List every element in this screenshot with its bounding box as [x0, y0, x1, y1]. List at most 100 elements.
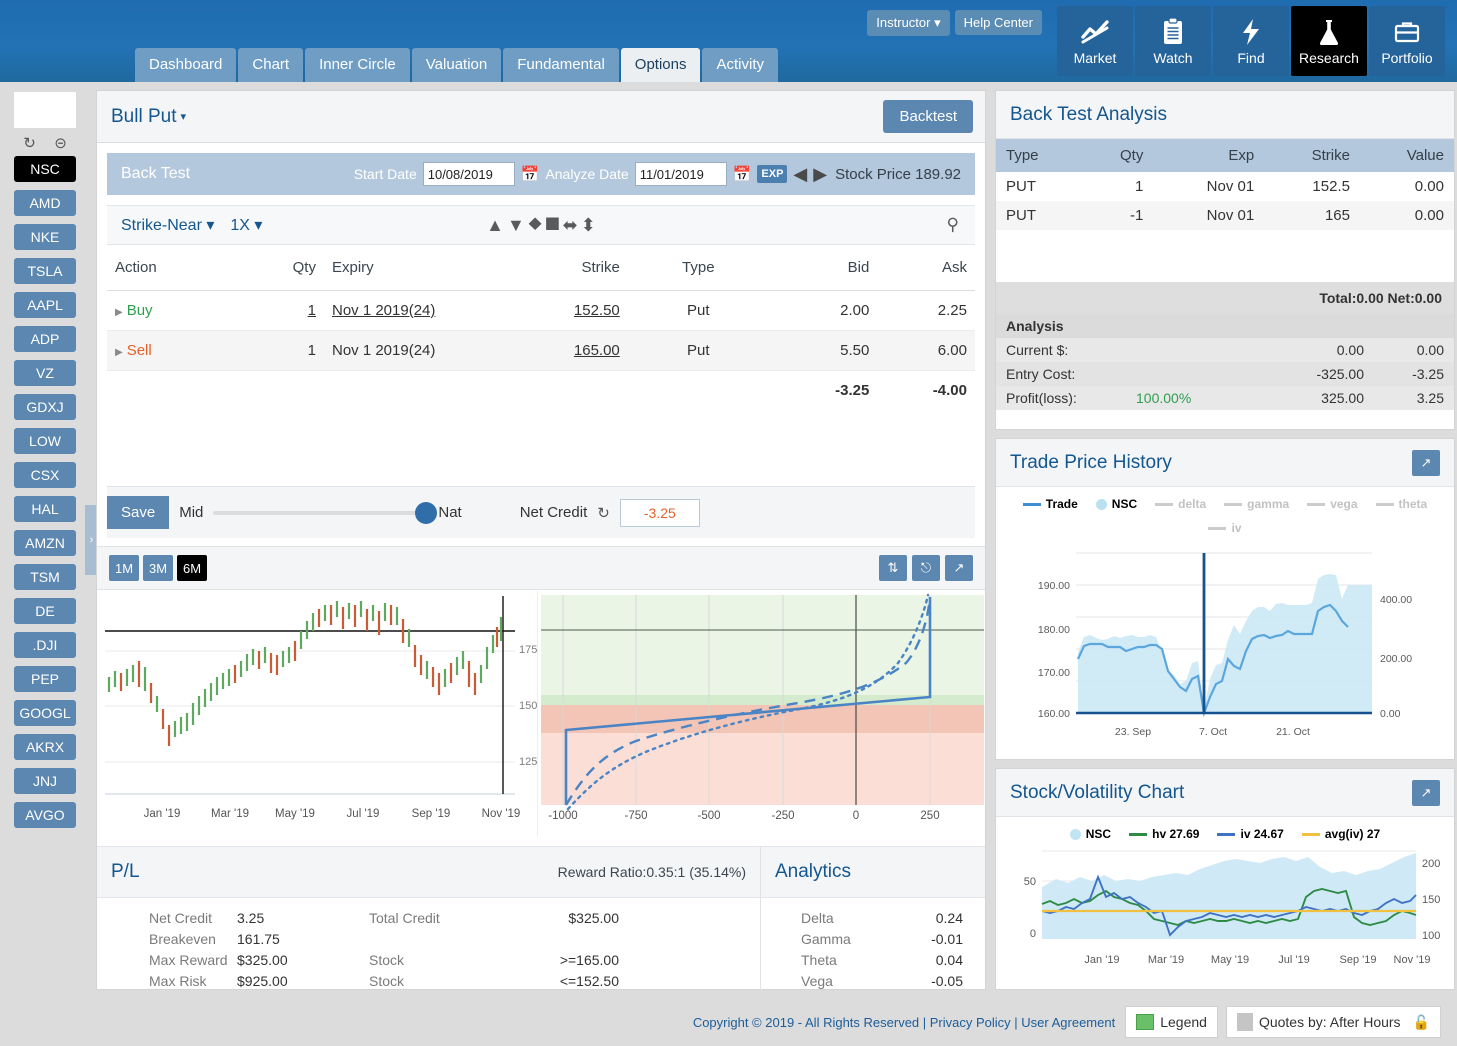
sidebar-item-amzn[interactable]: AMZN [14, 530, 76, 556]
tab-activity[interactable]: Activity [702, 48, 778, 82]
range-1m-button[interactable]: 1M [109, 555, 139, 581]
sidebar-item-tsm[interactable]: TSM [14, 564, 76, 590]
sidebar-item-de[interactable]: DE [14, 598, 76, 624]
leg-action[interactable]: Sell [127, 342, 152, 359]
sidebar-item-vz[interactable]: VZ [14, 360, 76, 386]
leg-action[interactable]: Buy [127, 302, 153, 319]
sidebar-item-amd[interactable]: AMD [14, 190, 76, 216]
svg-text:100: 100 [1422, 930, 1440, 942]
help-center-button[interactable]: Help Center [955, 10, 1042, 35]
tab-fundamental[interactable]: Fundamental [503, 48, 619, 82]
sidebar-item-tsla[interactable]: TSLA [14, 258, 76, 284]
nav-module-research[interactable]: Research [1291, 6, 1367, 76]
sidebar-item-nsc[interactable]: NSC [14, 156, 76, 182]
lock-icon[interactable]: 🔓 [1413, 1014, 1430, 1031]
calendar-icon[interactable]: 📅 [521, 165, 540, 183]
expand-row-icon[interactable]: ▶ [115, 347, 123, 358]
refresh-icon[interactable]: ⇅ [879, 555, 907, 581]
start-date-input[interactable] [423, 162, 515, 186]
refresh-icon[interactable]: ↻ [23, 134, 36, 152]
sidebar-item-googl[interactable]: GOOGL [14, 700, 76, 726]
sidebar-item-low[interactable]: LOW [14, 428, 76, 454]
range-3m-button[interactable]: 3M [143, 555, 173, 581]
exp-badge[interactable]: EXP [757, 165, 787, 183]
nav-module-portfolio[interactable]: Portfolio [1369, 6, 1445, 76]
leg-strike[interactable]: 152.50 [487, 291, 628, 331]
expand-icon[interactable]: ⬌ [563, 216, 578, 234]
price-slider[interactable] [213, 511, 428, 515]
table-row[interactable]: ▶Buy 1 Nov 1 2019(24) 152.50 Put 2.00 2.… [107, 291, 975, 331]
symbol-search-input[interactable] [14, 92, 76, 128]
prev-arrow-icon[interactable]: ◀ [793, 164, 807, 185]
sidebar-item-avgo[interactable]: AVGO [14, 802, 76, 828]
popout-icon[interactable]: ↗ [1412, 450, 1440, 476]
popout-icon[interactable]: ↗ [1412, 780, 1440, 806]
sidebar-item-csx[interactable]: CSX [14, 462, 76, 488]
leg-expiry[interactable]: Nov 1 2019(24) [324, 331, 487, 371]
sidebar-item-nke[interactable]: NKE [14, 224, 76, 250]
leg-qty[interactable]: 1 [259, 291, 324, 331]
legend-button[interactable]: Legend [1125, 1006, 1218, 1038]
sidebar-item-aapl[interactable]: AAPL [14, 292, 76, 318]
leg-expiry[interactable]: Nov 1 2019(24) [324, 291, 487, 331]
sidebar-item-jnj[interactable]: JNJ [14, 768, 76, 794]
price-candlestick-chart[interactable]: 175150125 Jan '19Mar '19May '19 Jul '19S… [97, 591, 537, 836]
reward-ratio: Reward Ratio:0.35:1 (35.14%) [558, 864, 746, 880]
tab-chart[interactable]: Chart [238, 48, 303, 82]
slider-knob[interactable] [415, 502, 437, 524]
leg-qty[interactable]: 1 [259, 331, 324, 371]
legend-trade: Trade [1023, 497, 1078, 511]
greek-row: Delta 0.24 [761, 908, 985, 929]
copyright-text[interactable]: Copyright © 2019 - All Rights Reserved |… [693, 1015, 1115, 1030]
multiplier-select[interactable]: 1X ▾ [230, 215, 262, 235]
nav-module-watch[interactable]: Watch [1135, 6, 1211, 76]
analytics-values: Delta 0.24 Gamma -0.01 Theta 0.04 Vega -… [761, 898, 985, 992]
nav-module-find[interactable]: Find [1213, 6, 1289, 76]
leg-strike[interactable]: 165.00 [487, 331, 628, 371]
analysis-subheader: Analysis [996, 314, 1454, 338]
popout-icon[interactable]: ↗ [945, 555, 973, 581]
backtest-button[interactable]: Backtest [883, 100, 973, 133]
account-pills: Instructor ▾ Help Center [867, 10, 1047, 36]
analyze-icon[interactable]: ⚲ [947, 215, 959, 235]
stock-volatility-chart[interactable]: 500 200150100 Jan '19Mar '19May '19 Jul … [996, 841, 1454, 986]
chevron-down-icon[interactable]: ▾ [180, 110, 186, 123]
roll-up-icon[interactable]: ▲ [486, 216, 504, 234]
tab-valuation[interactable]: Valuation [412, 48, 501, 82]
sidebar-item-dji[interactable]: .DJI [14, 632, 76, 658]
trade-price-history-chart[interactable]: 190.00180.00 170.00160.00 400.00200.000.… [996, 539, 1454, 754]
sidebar-item-pep[interactable]: PEP [14, 666, 76, 692]
instructor-menu[interactable]: Instructor ▾ [867, 10, 949, 36]
clear-icon[interactable]: ⊝ [54, 134, 67, 152]
nav-module-market[interactable]: Market [1057, 6, 1133, 76]
tab-inner-circle[interactable]: Inner Circle [305, 48, 410, 82]
tab-dashboard[interactable]: Dashboard [135, 48, 236, 82]
range-6m-button[interactable]: 6M [177, 555, 207, 581]
analyze-date-input[interactable] [635, 162, 727, 186]
sidebar-item-hal[interactable]: HAL [14, 496, 76, 522]
tab-options[interactable]: Options [621, 48, 701, 82]
save-button[interactable]: Save [107, 496, 169, 529]
refresh-icon[interactable]: ↻ [597, 504, 610, 522]
roll-down-icon[interactable]: ▼ [507, 216, 525, 234]
contract-icon[interactable]: ⬍ [581, 216, 596, 234]
shift-right-icon[interactable]: ⯀ [545, 216, 559, 234]
sidebar-item-gdxj[interactable]: GDXJ [14, 394, 76, 420]
sidebar-item-adp[interactable]: ADP [14, 326, 76, 352]
leg-bid: 5.50 [769, 331, 878, 371]
strike-near-select[interactable]: Strike-Near ▾ [121, 215, 214, 235]
greek-row: Vega -0.05 [761, 971, 985, 992]
expand-row-icon[interactable]: ▶ [115, 307, 123, 318]
shift-left-icon[interactable]: ⯁ [528, 216, 542, 234]
strike-toolbar: Strike-Near ▾ 1X ▾ ▲ ▼ ⯁ ⯀ ⬌ ⬍ ⚲ [107, 205, 975, 245]
stock-volatility-card: Stock/Volatility Chart ↗ NSC hv 27.69 iv… [995, 768, 1455, 990]
legend-icon [1136, 1014, 1154, 1030]
net-credit-input[interactable] [620, 499, 700, 527]
table-row[interactable]: ▶Sell 1 Nov 1 2019(24) 165.00 Put 5.50 6… [107, 331, 975, 371]
chart-toggle-icon[interactable]: ⎋ [912, 555, 940, 581]
calendar-icon[interactable]: 📅 [733, 165, 752, 183]
sidebar-item-akrx[interactable]: AKRX [14, 734, 76, 760]
strategy-selector[interactable]: Bull Put [111, 106, 176, 128]
payoff-diagram[interactable]: -1000-750-500 -2500250 [537, 591, 987, 836]
next-arrow-icon[interactable]: ▶ [813, 164, 827, 185]
